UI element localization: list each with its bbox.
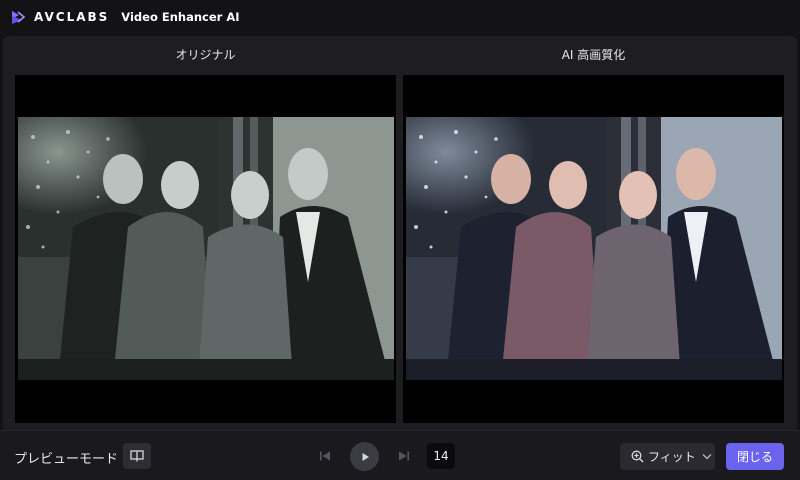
enhanced-photo xyxy=(406,117,782,380)
app-title: Video Enhancer AI xyxy=(121,10,240,24)
original-pane-label: オリジナル xyxy=(175,48,236,62)
preview-panel: オリジナル AI 高画質化 xyxy=(3,36,797,430)
skip-back-icon xyxy=(320,451,330,461)
previous-frame-button[interactable] xyxy=(316,447,334,465)
frame-number-field[interactable]: 14 xyxy=(427,443,455,469)
zoom-dropdown[interactable]: フィット xyxy=(620,443,715,470)
compare-view-icon xyxy=(130,450,144,462)
bottom-toolbar: プレビューモード 14 フィット 閉じる xyxy=(0,430,800,480)
zoom-in-icon xyxy=(631,450,644,463)
chevron-down-icon xyxy=(702,454,712,460)
original-video-frame xyxy=(15,75,396,423)
preview-mode-button[interactable] xyxy=(123,443,151,469)
brand-name: AVCLABS xyxy=(34,10,110,24)
avclabs-logo-icon xyxy=(12,11,26,24)
skip-forward-icon xyxy=(399,451,409,461)
play-icon xyxy=(362,452,369,461)
preview-mode-label: プレビューモード xyxy=(14,452,119,467)
play-button[interactable] xyxy=(350,442,379,471)
next-frame-button[interactable] xyxy=(395,447,413,465)
enhanced-video-frame xyxy=(403,75,784,423)
original-photo xyxy=(18,117,394,380)
app-window: AVCLABS Video Enhancer AI オリジナル AI 高画質化 xyxy=(0,0,800,480)
title-bar: AVCLABS Video Enhancer AI xyxy=(0,0,800,34)
close-button[interactable]: 閉じる xyxy=(726,443,784,470)
zoom-value: フィット xyxy=(648,450,696,464)
enhanced-pane-label: AI 高画質化 xyxy=(561,48,626,62)
